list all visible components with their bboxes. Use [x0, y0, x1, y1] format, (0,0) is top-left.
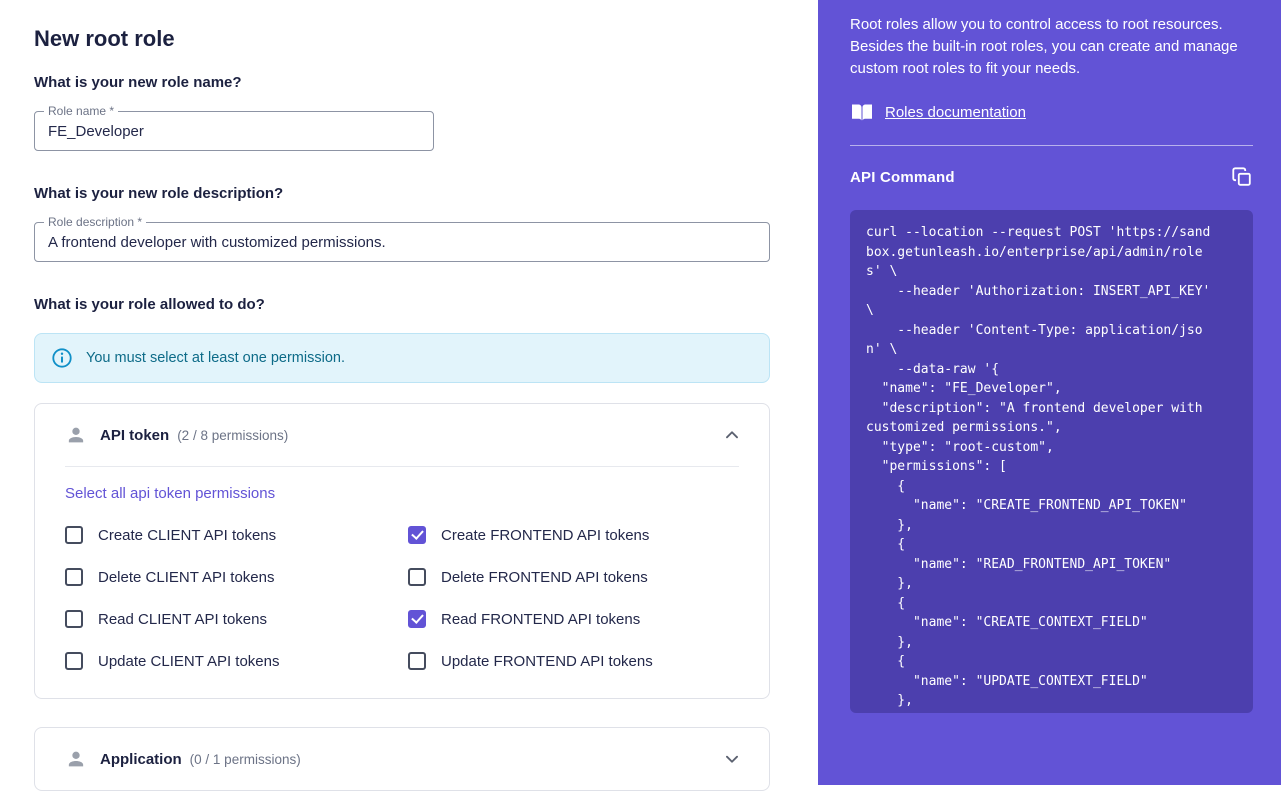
checkbox[interactable] — [408, 526, 426, 544]
sidebar: Root roles allow you to control access t… — [818, 0, 1281, 785]
checkbox[interactable] — [408, 652, 426, 670]
user-icon — [65, 748, 87, 770]
api-command-row: API Command — [850, 166, 1253, 188]
checkbox[interactable] — [65, 568, 83, 586]
checkbox-label: Delete FRONTEND API tokens — [441, 569, 648, 586]
docs-row: Roles documentation — [850, 102, 1253, 123]
accordion-title: Application — [100, 751, 182, 768]
accordion-application: Application (0 / 1 permissions) — [34, 727, 770, 791]
checkbox-label: Update CLIENT API tokens — [98, 653, 280, 670]
checkbox-label: Read FRONTEND API tokens — [441, 611, 640, 628]
api-command-title: API Command — [850, 169, 955, 186]
accordion-count: (0 / 1 permissions) — [190, 752, 301, 767]
accordion-application-header[interactable]: Application (0 / 1 permissions) — [35, 728, 769, 790]
book-icon — [850, 102, 874, 123]
sidebar-intro: Root roles allow you to control access t… — [850, 14, 1253, 80]
roles-documentation-link[interactable]: Roles documentation — [885, 104, 1026, 121]
user-icon — [65, 424, 87, 446]
checkbox-label: Read CLIENT API tokens — [98, 611, 267, 628]
permission-item: Update FRONTEND API tokens — [408, 652, 739, 670]
checkbox[interactable] — [408, 610, 426, 628]
info-icon — [51, 347, 73, 369]
accordion-count: (2 / 8 permissions) — [177, 428, 288, 443]
checkbox[interactable] — [65, 652, 83, 670]
permissions-question: What is your role allowed to do? — [34, 296, 770, 313]
permission-item: Create CLIENT API tokens — [65, 526, 408, 544]
role-description-input[interactable] — [48, 234, 756, 251]
select-all-link[interactable]: Select all api token permissions — [65, 485, 275, 502]
checkbox-label: Create CLIENT API tokens — [98, 527, 276, 544]
role-description-field: Role description * — [34, 222, 770, 262]
role-description-question: What is your new role description? — [34, 185, 770, 202]
checkbox-label: Delete CLIENT API tokens — [98, 569, 274, 586]
chevron-down-icon[interactable] — [721, 748, 743, 770]
api-command-code: curl --location --request POST 'https://… — [866, 223, 1237, 711]
permission-grid: Create CLIENT API tokens Create FRONTEND… — [65, 526, 739, 670]
permission-item: Update CLIENT API tokens — [65, 652, 408, 670]
permission-item: Delete FRONTEND API tokens — [408, 568, 739, 586]
role-name-label: Role name * — [44, 104, 118, 118]
checkbox[interactable] — [408, 568, 426, 586]
alert-text: You must select at least one permission. — [86, 350, 345, 366]
permissions-alert: You must select at least one permission. — [34, 333, 770, 383]
chevron-up-icon[interactable] — [721, 424, 743, 446]
permission-item: Create FRONTEND API tokens — [408, 526, 739, 544]
permission-item: Read FRONTEND API tokens — [408, 610, 739, 628]
new-root-role-form: New root role What is your new role name… — [0, 0, 818, 785]
checkbox[interactable] — [65, 610, 83, 628]
page-title: New root role — [34, 26, 770, 52]
sidebar-divider — [850, 145, 1253, 146]
api-command-codeblock[interactable]: curl --location --request POST 'https://… — [850, 210, 1253, 713]
checkbox-label: Update FRONTEND API tokens — [441, 653, 653, 670]
permission-item: Delete CLIENT API tokens — [65, 568, 408, 586]
accordion-api-token-header[interactable]: API token (2 / 8 permissions) — [35, 404, 769, 466]
checkbox[interactable] — [65, 526, 83, 544]
role-name-question: What is your new role name? — [34, 74, 770, 91]
divider — [65, 466, 739, 467]
checkbox-label: Create FRONTEND API tokens — [441, 527, 649, 544]
accordion-api-token-body: Select all api token permissions Create … — [35, 466, 769, 698]
role-name-input[interactable] — [48, 123, 420, 140]
role-description-label: Role description * — [44, 215, 146, 229]
copy-button[interactable] — [1231, 166, 1253, 188]
permission-item: Read CLIENT API tokens — [65, 610, 408, 628]
accordion-api-token: API token (2 / 8 permissions) Select all… — [34, 403, 770, 699]
copy-icon — [1231, 166, 1253, 188]
accordion-title: API token — [100, 427, 169, 444]
role-name-field: Role name * — [34, 111, 434, 151]
